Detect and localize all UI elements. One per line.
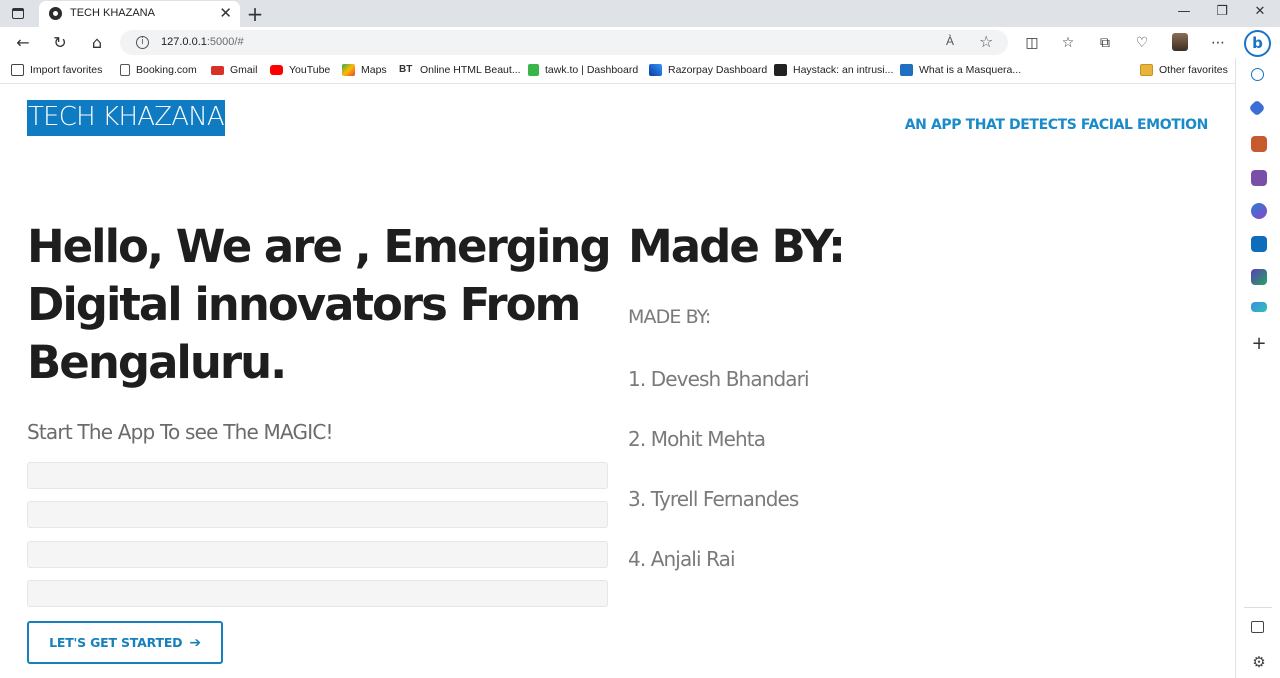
bt-icon: BT bbox=[399, 64, 413, 75]
hero-heading: Hello, We are , Emerging Digital innovat… bbox=[27, 220, 612, 389]
app-tagline-link[interactable]: AN APP THAT DETECTS FACIAL EMOTION bbox=[905, 117, 1209, 133]
bookmark-other-favorites[interactable]: Other favorites bbox=[1140, 64, 1228, 76]
get-started-button[interactable]: LET'S GET STARTED ➔ bbox=[27, 621, 223, 664]
close-window-button[interactable]: ✕ bbox=[1248, 4, 1272, 19]
read-aloud-icon[interactable]: À bbox=[946, 34, 954, 48]
made-by-heading: Made BY: bbox=[628, 220, 846, 273]
tab-favicon-icon bbox=[49, 7, 62, 20]
bookmark-razorpay[interactable]: Razorpay Dashboard bbox=[649, 64, 767, 76]
bing-copilot-icon[interactable]: b bbox=[1244, 30, 1271, 57]
favorite-star-icon[interactable]: ☆ bbox=[979, 32, 993, 51]
tawk-icon bbox=[528, 64, 539, 76]
placeholder-field-2 bbox=[27, 501, 608, 528]
collections-icon[interactable]: ⧉ bbox=[1095, 34, 1115, 52]
address-bar[interactable]: i 127.0.0.1:5000/# À ☆ bbox=[120, 30, 1008, 55]
web-page: TECH KHAZANA AN APP THAT DETECTS FACIAL … bbox=[0, 85, 1235, 678]
masquerade-icon bbox=[900, 64, 913, 76]
arrow-right-icon: ➔ bbox=[189, 634, 201, 651]
tab-title: TECH KHAZANA bbox=[70, 7, 155, 19]
youtube-icon bbox=[270, 65, 283, 75]
placeholder-field-1 bbox=[27, 462, 608, 489]
microsoft-365-icon[interactable] bbox=[1251, 203, 1267, 219]
bookmark-youtube[interactable]: YouTube bbox=[270, 64, 330, 76]
member-item: 3. Tyrell Fernandes bbox=[628, 487, 799, 511]
add-sidebar-app-icon[interactable]: + bbox=[1251, 335, 1267, 353]
shopping-icon[interactable] bbox=[1248, 99, 1266, 117]
tab-actions-icon[interactable] bbox=[8, 5, 28, 22]
sidebar-divider bbox=[1244, 607, 1272, 608]
haystack-icon bbox=[774, 64, 787, 76]
bookmark-import-favorites[interactable]: Import favorites bbox=[11, 64, 102, 76]
more-menu-icon[interactable]: ⋯ bbox=[1208, 34, 1228, 52]
bookmark-gmail[interactable]: Gmail bbox=[211, 64, 257, 76]
browser-essentials-icon[interactable]: ♡ bbox=[1132, 34, 1152, 52]
member-item: 4. Anjali Rai bbox=[628, 547, 736, 571]
designer-icon[interactable] bbox=[1251, 269, 1267, 285]
placeholder-field-4 bbox=[27, 580, 608, 607]
browser-toolbar: ← ↻ ⌂ i 127.0.0.1:5000/# À ☆ ◫ ☆ ⧉ ♡ ⋯ bbox=[0, 27, 1280, 58]
bookmark-maps[interactable]: Maps bbox=[342, 64, 387, 76]
tab-close-icon[interactable]: ✕ bbox=[219, 4, 232, 22]
games-icon[interactable] bbox=[1251, 170, 1267, 186]
tab-bar: TECH KHAZANA ✕ + — ❐ ✕ bbox=[0, 0, 1280, 27]
bookmark-html-beautifier[interactable]: BT Online HTML Beaut... bbox=[399, 64, 521, 76]
maximize-button[interactable]: ❐ bbox=[1210, 4, 1234, 19]
home-icon[interactable]: ⌂ bbox=[86, 32, 108, 54]
site-info-icon[interactable]: i bbox=[136, 36, 149, 49]
outlook-icon[interactable] bbox=[1251, 236, 1267, 252]
bookmark-booking[interactable]: Booking.com bbox=[120, 64, 197, 76]
gmail-icon bbox=[211, 65, 224, 75]
settings-gear-icon[interactable]: ⚙ bbox=[1251, 654, 1267, 670]
member-item: 2. Mohit Mehta bbox=[628, 427, 766, 451]
razorpay-icon bbox=[649, 64, 662, 76]
brand-logo[interactable]: TECH KHAZANA bbox=[27, 100, 225, 136]
made-by-label: MADE BY: bbox=[628, 306, 711, 328]
bookmark-masquerade[interactable]: What is a Masquera... bbox=[900, 64, 1021, 76]
search-icon[interactable] bbox=[1251, 68, 1264, 81]
tab-active[interactable]: TECH KHAZANA ✕ bbox=[39, 1, 240, 27]
drop-icon[interactable] bbox=[1251, 302, 1267, 312]
favorites-icon[interactable]: ☆ bbox=[1058, 34, 1078, 52]
maps-icon bbox=[342, 64, 355, 76]
new-tab-button[interactable]: + bbox=[245, 2, 265, 26]
hide-sidebar-icon[interactable] bbox=[1251, 621, 1264, 633]
minimize-button[interactable]: — bbox=[1172, 4, 1196, 19]
placeholder-field-3 bbox=[27, 541, 608, 568]
import-icon bbox=[11, 64, 24, 76]
back-icon[interactable]: ← bbox=[12, 32, 34, 54]
profile-avatar[interactable] bbox=[1172, 33, 1188, 51]
split-screen-icon[interactable]: ◫ bbox=[1022, 34, 1042, 52]
page-icon bbox=[120, 64, 130, 76]
bookmark-tawk[interactable]: tawk.to | Dashboard bbox=[528, 64, 638, 76]
hero-subtitle: Start The App To see The MAGIC! bbox=[27, 420, 334, 444]
edge-sidebar: + ⚙ bbox=[1235, 58, 1280, 678]
tools-icon[interactable] bbox=[1251, 136, 1267, 152]
favorites-bar: Import favorites Booking.com Gmail YouTu… bbox=[0, 58, 1280, 84]
url-text[interactable]: 127.0.0.1:5000/# bbox=[161, 36, 244, 48]
refresh-icon[interactable]: ↻ bbox=[49, 32, 71, 54]
member-item: 1. Devesh Bhandari bbox=[628, 367, 810, 391]
folder-icon bbox=[1140, 64, 1153, 76]
bookmark-haystack[interactable]: Haystack: an intrusi... bbox=[774, 64, 893, 76]
get-started-label: LET'S GET STARTED bbox=[49, 635, 183, 650]
